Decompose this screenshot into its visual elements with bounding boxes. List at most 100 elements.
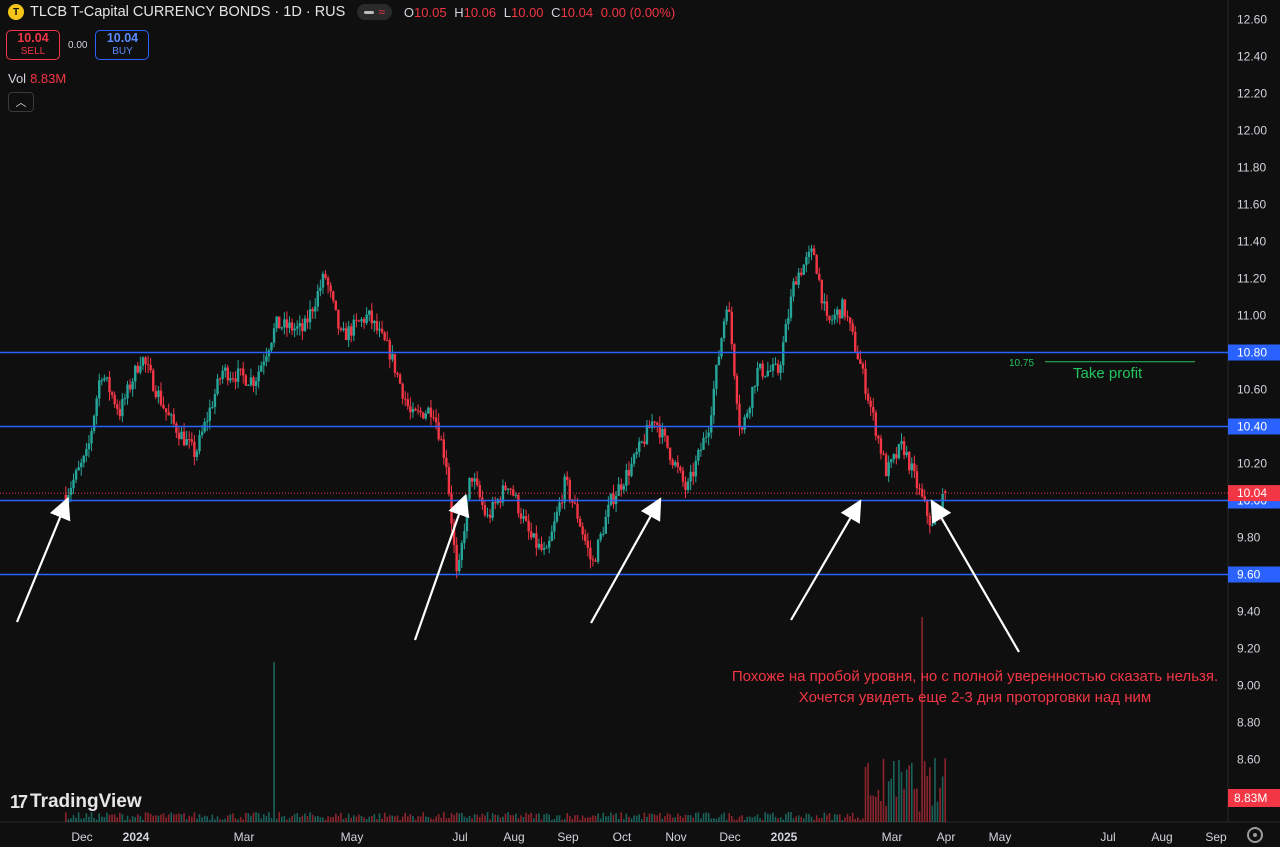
candle-body xyxy=(656,422,659,425)
volume-bar xyxy=(530,812,533,822)
volume-bar xyxy=(327,816,329,822)
candle-body xyxy=(627,470,631,476)
candle-body xyxy=(491,502,494,518)
volume-bar xyxy=(872,795,875,822)
volume-bar xyxy=(407,816,409,822)
volume-bar xyxy=(625,813,628,822)
candle-body xyxy=(260,365,263,372)
volume-bar xyxy=(810,816,813,822)
volume-bar xyxy=(846,813,849,822)
tradingview-logo[interactable]: 17 TradingView xyxy=(10,791,142,813)
volume-bar xyxy=(497,815,499,822)
volume-bar xyxy=(558,815,561,822)
candle-body xyxy=(792,281,795,297)
volume-bar xyxy=(839,814,841,822)
candle-body xyxy=(663,428,667,436)
volume-bar xyxy=(80,818,83,822)
candle-body xyxy=(923,496,926,501)
candle-body xyxy=(136,365,139,373)
candle-body xyxy=(463,531,466,544)
volume-bar xyxy=(203,815,206,822)
candle-body xyxy=(247,384,250,386)
indicator-toggle[interactable]: ≈ xyxy=(357,4,392,20)
candle-body xyxy=(555,511,559,522)
candle-body xyxy=(172,414,175,424)
candle-body xyxy=(874,412,877,436)
volume-bar xyxy=(450,812,453,822)
candle-body xyxy=(645,424,649,444)
volume-bar xyxy=(260,818,263,822)
candle-body xyxy=(635,451,638,455)
candle-body xyxy=(882,453,885,455)
candle-body xyxy=(661,428,664,438)
volume-bar xyxy=(648,813,651,822)
low-value: 10.00 xyxy=(511,4,544,20)
candle-body xyxy=(139,365,142,373)
candle-body xyxy=(270,342,273,351)
volume-bar xyxy=(679,815,682,822)
candle-body xyxy=(818,273,821,280)
volume-bar xyxy=(111,814,113,822)
volume-bar xyxy=(453,815,455,822)
candle-body xyxy=(522,516,525,519)
candle-body xyxy=(478,485,481,498)
symbol-title[interactable]: TLCB T-Capital CURRENCY BONDS · 1D · RUS xyxy=(30,4,345,20)
volume-bar xyxy=(347,813,350,822)
candle-body xyxy=(584,534,587,541)
volume-bar xyxy=(764,812,767,822)
candle-body xyxy=(445,457,448,468)
x-tick-label: 2025 xyxy=(771,830,798,844)
volume-bar xyxy=(705,812,707,822)
volume-bar xyxy=(216,816,219,822)
candle-body xyxy=(144,357,147,364)
candle-body xyxy=(609,493,613,505)
buy-button[interactable]: 10.04 BUY xyxy=(95,30,150,60)
volume-bar xyxy=(383,812,386,822)
collapse-legend-button[interactable]: ︿ xyxy=(8,92,34,112)
volume-bar xyxy=(201,817,203,822)
candle-body xyxy=(72,479,75,489)
candle-body xyxy=(743,416,746,430)
volume-bar xyxy=(774,816,777,822)
candle-body xyxy=(396,372,399,375)
volume-bar xyxy=(461,812,463,822)
volume-bar xyxy=(175,814,178,822)
volume-bar xyxy=(391,815,394,822)
arrow-annotation xyxy=(590,497,662,624)
volume-bar xyxy=(918,811,921,822)
x-tick-label: Oct xyxy=(613,830,632,844)
volume-bar xyxy=(594,815,597,822)
candle-body xyxy=(332,291,335,301)
price-chart[interactable]: 12.60 12.40 12.20 12.00 11.80 11.60 11.40 11.20… xyxy=(0,0,1280,847)
volume-bar xyxy=(515,813,517,822)
volume-bar xyxy=(921,617,923,822)
volume-bar xyxy=(504,813,507,822)
volume-bar xyxy=(895,796,898,822)
candle-body xyxy=(506,488,510,490)
sell-button[interactable]: 10.04 SELL xyxy=(6,30,60,60)
volume-bar xyxy=(700,818,702,822)
volume-bar xyxy=(319,817,322,822)
candle-body xyxy=(776,363,780,373)
volume-bar xyxy=(880,801,882,822)
volume-bar xyxy=(317,816,319,822)
candle-body xyxy=(170,414,173,416)
candle-body xyxy=(738,403,741,428)
volume-bar xyxy=(702,813,705,822)
symbol-logo-icon[interactable]: T xyxy=(8,4,24,20)
candle-body xyxy=(807,251,811,258)
candle-body xyxy=(432,417,435,419)
volume-bar xyxy=(489,819,491,822)
volume-bar xyxy=(98,813,101,822)
gear-icon[interactable] xyxy=(1247,827,1263,843)
candle-body xyxy=(542,548,546,550)
volume-bar xyxy=(862,818,864,822)
volume-bar xyxy=(185,819,188,822)
volume-legend[interactable]: Vol 8.83M xyxy=(8,71,66,86)
candle-body xyxy=(252,377,255,386)
volume-bar xyxy=(65,812,67,822)
candle-body xyxy=(164,408,168,413)
volume-bar xyxy=(278,812,281,822)
volume-bar xyxy=(597,813,599,822)
volume-bar xyxy=(725,819,728,822)
